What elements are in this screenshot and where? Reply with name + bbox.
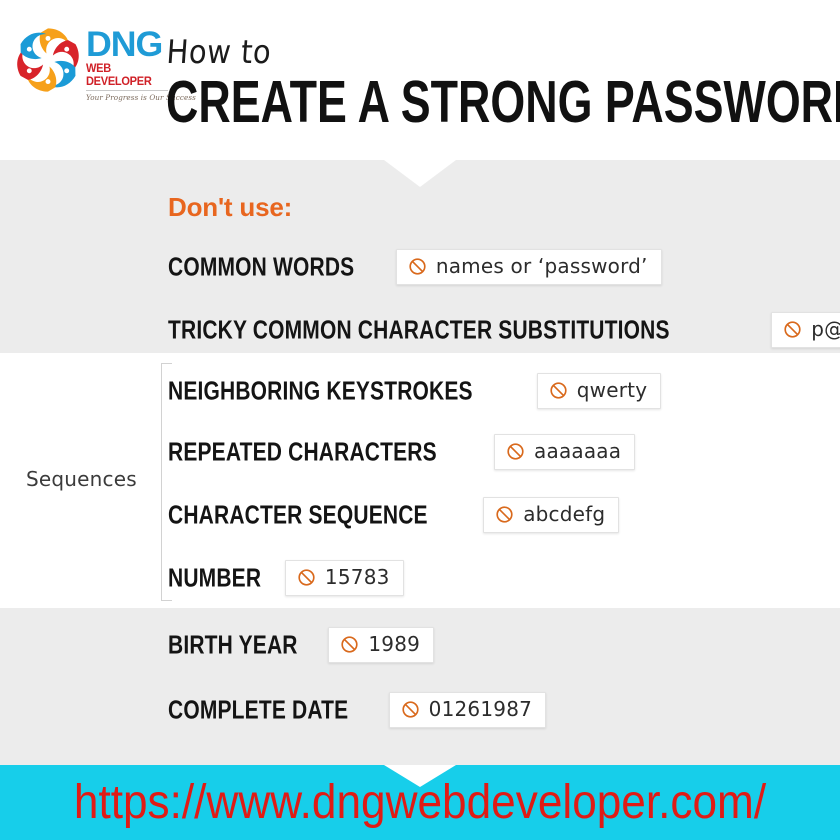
dont-use-heading: Don't use: (168, 192, 293, 222)
row-label: COMMON WORDS (168, 251, 355, 282)
brand-name: DNG (86, 25, 163, 64)
sequences-group-label: Sequences (26, 467, 137, 491)
row-value-box: names or ‘password’ (395, 249, 662, 285)
prohibition-icon (506, 442, 525, 461)
row-label: COMPLETE DATE (168, 694, 349, 725)
header-notch-icon (384, 160, 456, 187)
prohibition-icon (408, 257, 427, 276)
row-value-box: 15783 (284, 560, 404, 596)
row-label: TRICKY COMMON CHARACTER SUBSTITUTIONS (168, 314, 670, 345)
row-value-box: p@55w0rd (771, 312, 840, 348)
footer-notch-icon (384, 765, 456, 787)
row-value: 15783 (324, 565, 390, 589)
prohibition-icon (297, 568, 316, 587)
row-character-sequence: CHARACTER SEQUENCE abcdefg (168, 497, 620, 533)
row-tricky-substitutions: TRICKY COMMON CHARACTER SUBSTITUTIONS p@… (168, 312, 840, 348)
row-label: REPEATED CHARACTERS (168, 436, 437, 467)
row-value-box: 1989 (328, 627, 435, 663)
row-neighboring-keystrokes: NEIGHBORING KEYSTROKES qwerty (168, 373, 662, 409)
prohibition-icon (495, 505, 514, 524)
prohibition-icon (549, 381, 568, 400)
brand-divider (86, 89, 168, 91)
row-label: NEIGHBORING KEYSTROKES (168, 375, 473, 406)
row-value: qwerty (576, 378, 648, 402)
header: DNG WEB DEVELOPER Your Progress is Our S… (0, 0, 840, 160)
row-label: CHARACTER SEQUENCE (168, 499, 428, 530)
header-eyebrow: How to (165, 33, 273, 72)
row-complete-date: COMPLETE DATE 01261987 (168, 692, 547, 728)
row-value: abcdefg (523, 502, 606, 526)
row-label: BIRTH YEAR (168, 629, 298, 660)
row-value-box: 01261987 (388, 692, 547, 728)
row-label: NUMBER (168, 562, 262, 593)
prohibition-icon (340, 635, 359, 654)
dng-pinwheel-logo-icon (12, 24, 84, 96)
brand-subtitle: WEB DEVELOPER (86, 63, 152, 88)
row-value: names or ‘password’ (435, 254, 648, 278)
row-value-box: aaaaaaa (494, 434, 636, 470)
brand-logo-text: DNG WEB DEVELOPER Your Progress is Our S… (86, 25, 196, 102)
row-common-words: COMMON WORDS names or ‘password’ (168, 249, 662, 285)
row-value: aaaaaaa (534, 439, 622, 463)
page-title: CREATE A STRONG PASSWORD (166, 67, 840, 135)
infographic-root: DNG WEB DEVELOPER Your Progress is Our S… (0, 0, 840, 840)
row-value: p@55w0rd (811, 317, 840, 341)
brand-logo[interactable]: DNG WEB DEVELOPER Your Progress is Our S… (12, 22, 196, 104)
prohibition-icon (783, 320, 802, 339)
brand-tagline: Your Progress is Our Success (86, 92, 196, 102)
row-birth-year: BIRTH YEAR 1989 (168, 627, 435, 663)
row-value: 01261987 (428, 697, 533, 721)
row-repeated-characters: REPEATED CHARACTERS aaaaaaa (168, 434, 636, 470)
prohibition-icon (401, 700, 420, 719)
row-value: 1989 (368, 632, 421, 656)
row-value-box: qwerty (536, 373, 662, 409)
row-number: NUMBER 15783 (168, 560, 404, 596)
row-value-box: abcdefg (483, 497, 620, 533)
